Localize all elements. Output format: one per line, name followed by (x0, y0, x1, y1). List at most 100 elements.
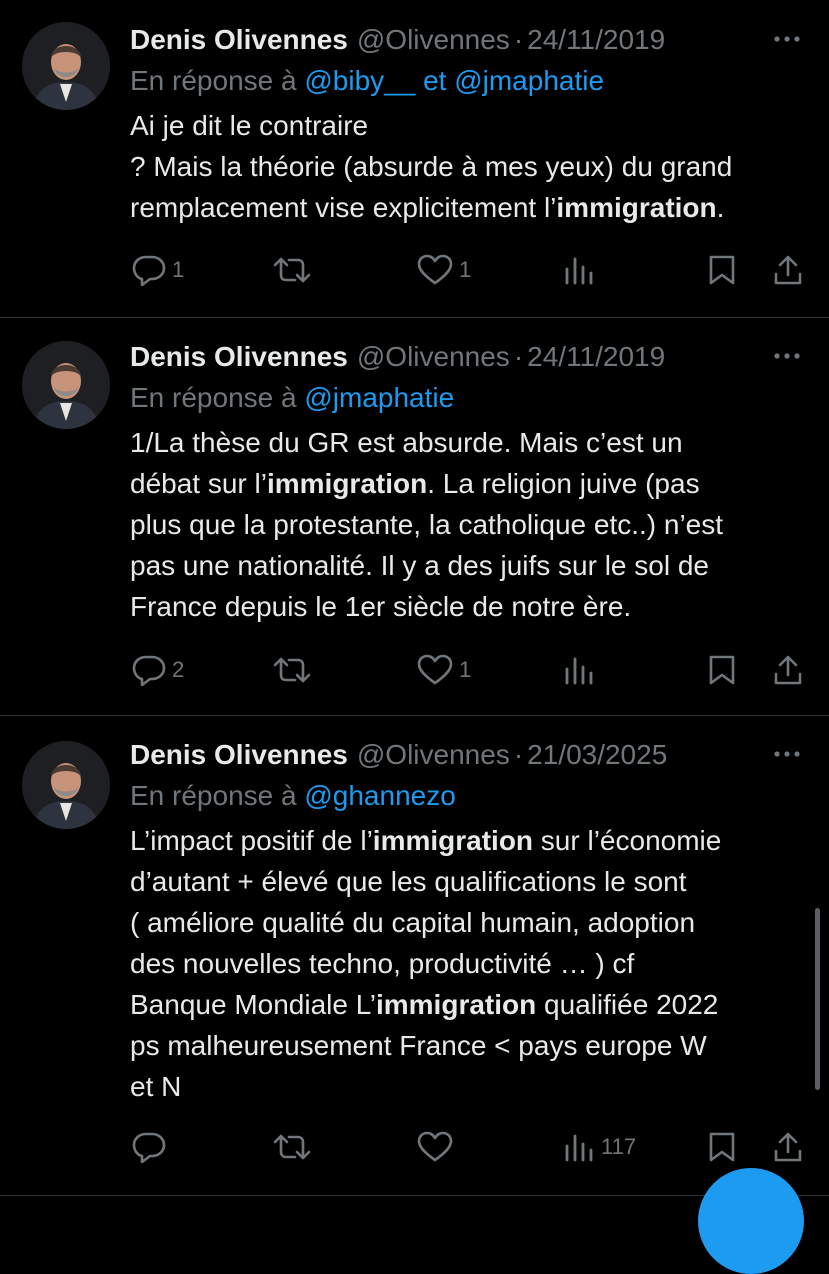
retweet-button[interactable] (273, 250, 317, 290)
text-line: Banque Mondiale L’immigration qualifiée … (130, 984, 809, 1025)
bookmark-button[interactable] (708, 1127, 736, 1167)
author-handle[interactable]: @Olivennes (357, 24, 510, 56)
text-line: Ai je dit le contraire (130, 105, 809, 146)
views-button[interactable] (563, 250, 601, 290)
author-handle[interactable]: @Olivennes (357, 739, 510, 771)
text-segment: Ai je dit le contraire (130, 110, 369, 141)
reply-count: 1 (172, 257, 185, 282)
reply-button[interactable]: 1 (132, 250, 184, 290)
text-line: ps malheureusement France < pays europe … (130, 1025, 809, 1066)
text-segment: L’impact positif de l’ (130, 825, 373, 856)
mention-link[interactable]: @jmaphatie (304, 382, 454, 413)
text-segment: remplacement vise explicitement l’ (130, 192, 557, 223)
author-handle[interactable]: @Olivennes (357, 341, 510, 373)
text-segment: des nouvelles techno, productivité … ) c… (130, 948, 635, 979)
more-icon[interactable] (769, 739, 805, 769)
like-count: 1 (459, 657, 472, 682)
tweet-actions: 117 (130, 1127, 809, 1167)
text-segment: ( améliore qualité du capital humain, ad… (130, 907, 696, 938)
bookmark-button[interactable] (708, 650, 736, 690)
tweet[interactable]: Denis Olivennes @Olivennes · 24/11/2019 … (0, 317, 829, 716)
text-segment: . (716, 192, 725, 223)
like-icon (417, 254, 453, 285)
separator: · (513, 341, 524, 372)
avatar[interactable] (22, 741, 110, 829)
retweet-icon (273, 657, 311, 683)
scrollbar[interactable] (815, 908, 820, 1090)
more-icon[interactable] (769, 341, 805, 371)
compose-button[interactable] (698, 1168, 804, 1274)
reply-context: En réponse à @biby__ et @jmaphatie (130, 60, 809, 102)
highlighted-term: immigration (556, 192, 717, 223)
text-segment: débat sur l’ (130, 468, 267, 499)
text-line: plus que la protestante, la catholique e… (130, 504, 809, 545)
share-button[interactable] (773, 250, 803, 290)
avatar[interactable] (22, 22, 110, 110)
separator: · (513, 24, 524, 55)
bookmark-button[interactable] (708, 250, 736, 290)
text-line: débat sur l’immigration. La religion jui… (130, 463, 809, 504)
more-icon[interactable] (769, 24, 805, 54)
reply-button[interactable]: 2 (132, 650, 184, 690)
text-line: ? Mais la théorie (absurde à mes yeux) d… (130, 146, 809, 187)
text-segment: qualifiée 2022 (536, 989, 719, 1020)
avatar[interactable] (22, 341, 110, 429)
text-segment: plus que la protestante, la catholique e… (130, 509, 724, 540)
bookmark-icon (709, 655, 735, 685)
text-segment: . La religion juive (pas (427, 468, 700, 499)
like-button[interactable]: 1 (417, 650, 471, 690)
views-icon (565, 257, 593, 285)
retweet-button[interactable] (273, 650, 317, 690)
separator: · (513, 739, 524, 770)
tweet-text: L’impact positif de l’ immigration sur l’… (130, 820, 809, 1107)
reply-prefix: En réponse à (130, 780, 297, 811)
tweet-date[interactable]: 24/11/2019 (527, 341, 665, 373)
like-button[interactable]: 1 (417, 250, 471, 290)
text-segment: ? Mais la théorie (absurde à mes yeux) d… (130, 151, 733, 182)
share-button[interactable] (773, 1127, 803, 1167)
text-line: L’impact positif de l’immigration sur l’… (130, 820, 809, 861)
views-button[interactable] (563, 650, 601, 690)
tweet[interactable]: Denis Olivennes @Olivennes · 21/03/2025 … (0, 715, 829, 1196)
reply-icon (132, 1132, 166, 1163)
text-segment: pas une nationalité. Il y a des juifs su… (130, 550, 710, 581)
text-segment: ps malheureusement France < pays europe … (130, 1030, 707, 1061)
tweet-header: Denis Olivennes @Olivennes · 24/11/2019 (130, 337, 809, 377)
tweet-date[interactable]: 24/11/2019 (527, 24, 665, 56)
tweet-actions: 2 1 (130, 650, 809, 690)
text-line: d’autant + élevé que les qualifications … (130, 861, 809, 902)
text-segment: 1/La thèse du GR est absurde. Mais c’est… (130, 427, 683, 458)
share-icon (774, 1132, 802, 1162)
mention-link[interactable]: @biby__ (304, 65, 415, 96)
reply-icon (132, 255, 166, 286)
reply-context: En réponse à @jmaphatie (130, 377, 809, 419)
highlighted-term: immigration (375, 989, 537, 1020)
reply-context: En réponse à @ghannezo (130, 775, 809, 817)
author-name[interactable]: Denis Olivennes (130, 24, 348, 56)
tweet[interactable]: Denis Olivennes @Olivennes · 24/11/2019 … (0, 0, 829, 318)
text-segment: et N (130, 1071, 182, 1102)
text-line: remplacement vise explicitement l’immigr… (130, 187, 809, 228)
like-icon (417, 654, 453, 685)
text-line: 1/La thèse du GR est absurde. Mais c’est… (130, 422, 809, 463)
share-button[interactable] (773, 650, 803, 690)
text-segment: d’autant + élevé que les qualifications … (130, 866, 687, 897)
views-button[interactable]: 117 (563, 1127, 636, 1167)
reply-button[interactable] (132, 1127, 172, 1167)
views-icon (565, 1134, 593, 1162)
retweet-button[interactable] (273, 1127, 317, 1167)
text-line: des nouvelles techno, productivité … ) c… (130, 943, 809, 984)
retweet-icon (273, 1134, 311, 1160)
share-icon (774, 655, 802, 685)
text-segment: sur l’économie (533, 825, 722, 856)
mention-link[interactable]: @ghannezo (304, 780, 455, 811)
tweet-text: 1/La thèse du GR est absurde. Mais c’est… (130, 422, 809, 627)
like-button[interactable] (417, 1127, 459, 1167)
reply-prefix: En réponse à (130, 65, 297, 96)
text-segment: France depuis le 1er siècle de notre ère… (130, 591, 632, 622)
reply-icon (132, 655, 166, 686)
author-name[interactable]: Denis Olivennes (130, 341, 348, 373)
tweet-date[interactable]: 21/03/2025 (527, 739, 667, 771)
author-name[interactable]: Denis Olivennes (130, 739, 348, 771)
mention-link[interactable]: et @jmaphatie (415, 65, 604, 96)
